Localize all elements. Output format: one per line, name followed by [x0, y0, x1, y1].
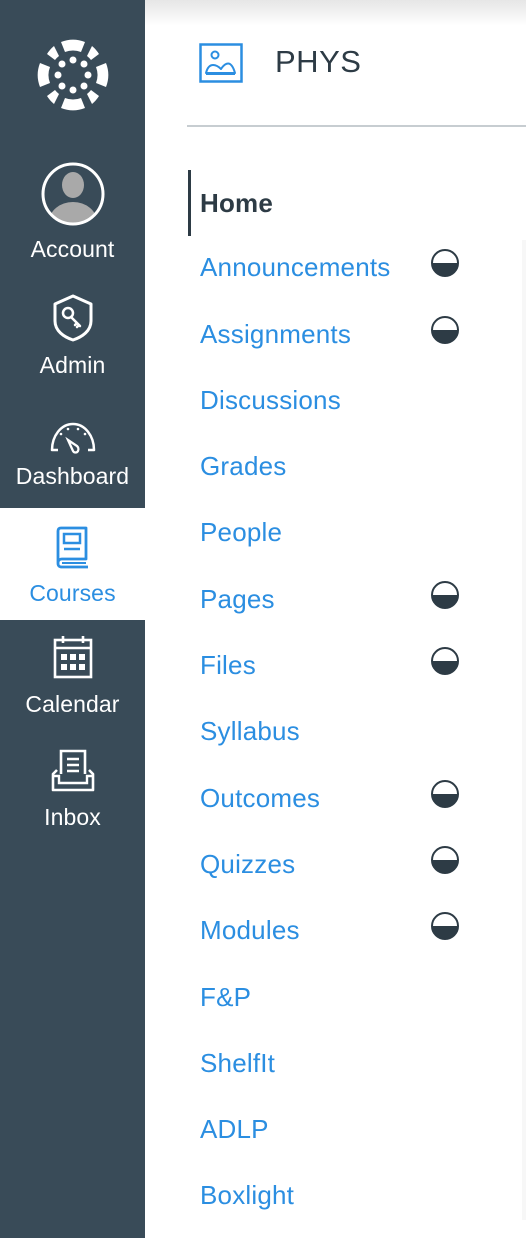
- nav-item-calendar[interactable]: Calendar: [0, 634, 145, 724]
- course-nav-label: ShelfIt: [200, 1047, 276, 1078]
- course-nav-label: Files: [200, 650, 256, 681]
- hidden-from-students-icon: [431, 315, 459, 344]
- course-nav-label: ADLP: [200, 1114, 269, 1145]
- course-nav-item-pages[interactable]: Pages: [188, 568, 518, 634]
- hidden-from-students-icon: [431, 249, 459, 278]
- inbox-icon: [51, 749, 94, 792]
- content-edge: [522, 240, 526, 1220]
- course-nav-item-people[interactable]: People: [188, 501, 518, 567]
- global-navigation: Account Admin Dashboard Courses Calendar…: [0, 0, 145, 1238]
- course-nav-item-adlp[interactable]: ADLP: [188, 1098, 518, 1164]
- canvas-logo[interactable]: [0, 0, 145, 150]
- course-nav-label: Home: [200, 188, 274, 218]
- course-nav-item-grades[interactable]: Grades: [188, 435, 518, 501]
- course-nav-label: Grades: [200, 451, 287, 482]
- course-nav-label: Syllabus: [200, 716, 300, 747]
- course-nav-item-f-p[interactable]: F&P: [188, 966, 518, 1032]
- canvas-logo-icon: [37, 39, 108, 111]
- course-nav-item-shelfit[interactable]: ShelfIt: [188, 1032, 518, 1098]
- course-nav-label: Announcements: [200, 252, 391, 283]
- nav-item-admin[interactable]: Admin: [0, 293, 145, 388]
- course-nav-label: People: [200, 517, 283, 548]
- course-nav-item-files[interactable]: Files: [188, 634, 518, 700]
- course-nav-label: Discussions: [200, 384, 341, 415]
- hidden-from-students-icon: [431, 845, 459, 874]
- course-image-button[interactable]: [199, 42, 243, 84]
- course-nav-label: Pages: [200, 583, 275, 614]
- nav-label-courses: Courses: [29, 580, 116, 606]
- course-nav-label: Boxlight: [200, 1180, 295, 1211]
- nav-label-account: Account: [30, 236, 115, 262]
- book-icon: [56, 526, 88, 569]
- course-nav-item-modules[interactable]: Modules: [188, 899, 518, 965]
- nav-item-courses[interactable]: Courses: [0, 508, 145, 620]
- hidden-from-students-icon: [431, 647, 459, 676]
- header-divider: [187, 125, 526, 127]
- nav-label-dashboard: Dashboard: [15, 463, 130, 489]
- course-nav-item-announcements[interactable]: Announcements: [188, 236, 518, 302]
- course-navigation: Home Announcements Assignments Discussio…: [188, 170, 518, 1231]
- dashboard-gauge-icon: [50, 422, 95, 454]
- avatar-icon: [41, 162, 104, 226]
- calendar-icon: [53, 636, 92, 679]
- shield-key-icon: [53, 294, 92, 342]
- nav-item-dashboard[interactable]: Dashboard: [0, 418, 145, 508]
- course-area: PHYS Home Announcements Assignments Disc…: [145, 0, 526, 1238]
- nav-label-inbox: Inbox: [44, 804, 101, 830]
- nav-item-inbox[interactable]: Inbox: [0, 748, 145, 838]
- course-nav-item-home[interactable]: Home: [188, 170, 518, 237]
- course-nav-item-discussions[interactable]: Discussions: [188, 369, 518, 435]
- nav-label-calendar: Calendar: [25, 691, 120, 717]
- course-nav-item-syllabus[interactable]: Syllabus: [188, 700, 518, 766]
- hidden-from-students-icon: [431, 779, 459, 808]
- course-nav-item-boxlight[interactable]: Boxlight: [188, 1164, 518, 1230]
- hidden-from-students-icon: [431, 912, 459, 941]
- image-icon: [199, 43, 243, 83]
- course-nav-item-outcomes[interactable]: Outcomes: [188, 767, 518, 833]
- course-title: PHYS: [275, 44, 362, 79]
- course-nav-label: Quizzes: [200, 848, 296, 879]
- course-nav-label: Outcomes: [200, 782, 321, 813]
- nav-item-account[interactable]: Account: [0, 160, 145, 270]
- course-nav-label: F&P: [200, 981, 252, 1012]
- course-nav-label: Modules: [200, 915, 300, 946]
- hidden-from-students-icon: [431, 580, 459, 609]
- course-nav-label: Assignments: [200, 318, 352, 349]
- nav-label-admin: Admin: [39, 352, 106, 378]
- top-shade: [145, 0, 526, 26]
- course-nav-item-assignments[interactable]: Assignments: [188, 303, 518, 369]
- course-nav-item-quizzes[interactable]: Quizzes: [188, 833, 518, 899]
